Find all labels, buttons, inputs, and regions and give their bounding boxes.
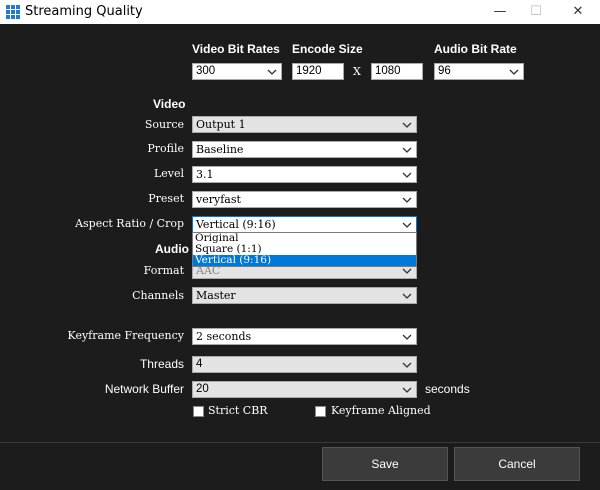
encode-height-input[interactable]: 1080 xyxy=(371,63,423,80)
network-buffer-select[interactable]: 20 xyxy=(192,381,417,398)
minimize-button[interactable]: — xyxy=(480,0,520,24)
keyframe-frequency-select[interactable]: 2 seconds xyxy=(192,328,417,345)
chevron-down-icon xyxy=(402,222,412,228)
profile-select[interactable]: Baseline xyxy=(192,141,417,158)
chevron-down-icon xyxy=(402,197,412,203)
keyframe-frequency-label: Keyframe Frequency xyxy=(67,329,184,342)
save-button[interactable]: Save xyxy=(322,447,448,481)
format-label: Format xyxy=(143,264,184,277)
chevron-down-icon xyxy=(402,147,412,153)
chevron-down-icon xyxy=(402,334,412,340)
network-buffer-label: Network Buffer xyxy=(104,382,184,396)
audio-section-label: Audio xyxy=(155,242,189,256)
encode-width-input[interactable]: 1920 xyxy=(292,63,344,80)
encode-size-label: Encode Size xyxy=(292,42,363,56)
channels-label: Channels xyxy=(132,289,184,302)
keyframe-aligned-checkbox[interactable] xyxy=(315,406,326,417)
maximize-button[interactable]: ☐ xyxy=(516,0,556,24)
aspect-ratio-select[interactable]: Vertical (9:16) xyxy=(192,216,417,233)
strict-cbr-label: Strict CBR xyxy=(208,404,268,417)
preset-select[interactable]: veryfast xyxy=(192,191,417,208)
chevron-down-icon xyxy=(402,362,412,368)
chevron-down-icon xyxy=(402,387,412,393)
chevron-down-icon xyxy=(402,172,412,178)
video-bitrates-label: Video Bit Rates xyxy=(192,42,280,56)
channels-select[interactable]: Master xyxy=(192,287,417,304)
cancel-button[interactable]: Cancel xyxy=(454,447,580,481)
aspect-ratio-dropdown: Original Square (1:1) Vertical (9:16) xyxy=(192,232,417,267)
chevron-down-icon xyxy=(509,69,519,75)
source-select[interactable]: Output 1 xyxy=(192,116,417,133)
title-bar: Streaming Quality — ☐ ✕ xyxy=(0,0,600,24)
chevron-down-icon xyxy=(402,122,412,128)
audio-bitrate-select[interactable]: 96 xyxy=(434,63,524,80)
strict-cbr-checkbox[interactable] xyxy=(193,406,204,417)
audio-bitrate-label: Audio Bit Rate xyxy=(434,42,517,56)
video-section-label: Video xyxy=(153,97,186,111)
level-label: Level xyxy=(153,167,184,180)
profile-label: Profile xyxy=(147,142,184,155)
threads-select[interactable]: 4 xyxy=(192,356,417,373)
level-select[interactable]: 3.1 xyxy=(192,166,417,183)
source-label: Source xyxy=(144,118,184,131)
threads-label: Threads xyxy=(139,357,184,371)
chevron-down-icon xyxy=(267,69,277,75)
app-icon xyxy=(6,5,20,19)
close-button[interactable]: ✕ xyxy=(558,0,598,24)
aspect-ratio-label: Aspect Ratio / Crop xyxy=(75,217,184,230)
video-bitrate-select[interactable]: 300 xyxy=(192,63,282,80)
chevron-down-icon xyxy=(402,293,412,299)
size-separator: X xyxy=(353,65,361,78)
preset-label: Preset xyxy=(148,192,184,205)
window-title: Streaming Quality xyxy=(25,4,143,19)
keyframe-aligned-label: Keyframe Aligned xyxy=(331,404,431,417)
aspect-option-vertical[interactable]: Vertical (9:16) xyxy=(193,255,416,266)
network-buffer-unit: seconds xyxy=(425,382,470,396)
